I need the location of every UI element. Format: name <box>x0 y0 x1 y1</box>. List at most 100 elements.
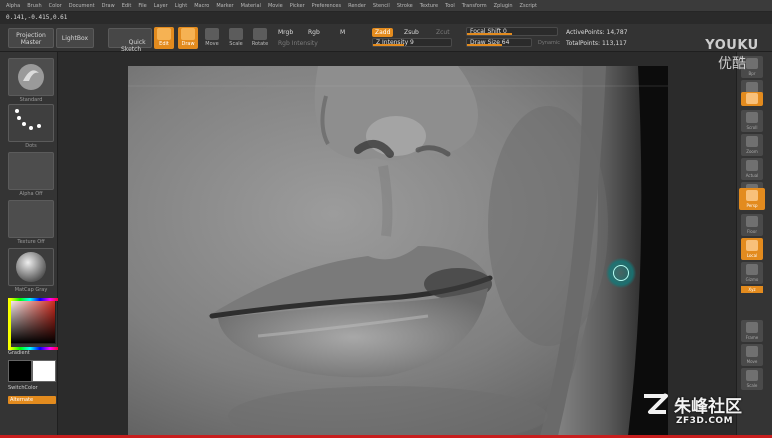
gizmo-button[interactable]: Gizmo <box>741 262 763 284</box>
lightbox-button[interactable]: LightBox <box>56 28 94 48</box>
projection-master-button[interactable]: Projection Master <box>8 28 54 48</box>
menu-preferences[interactable]: Preferences <box>312 3 341 9</box>
local-label: Local <box>746 253 758 258</box>
menu-light[interactable]: Light <box>175 3 187 9</box>
scale-label: Scale <box>229 41 243 47</box>
gizmo-label: Gizmo <box>745 277 759 282</box>
active-points: ActivePoints: 14,787 <box>566 29 628 36</box>
dynamic-toggle[interactable]: Dynamic <box>538 40 560 46</box>
menu-render[interactable]: Render <box>348 3 366 9</box>
stroke-thumbnail[interactable] <box>8 104 54 142</box>
alpha-thumbnail[interactable] <box>8 152 54 190</box>
rgb-toggle[interactable]: Rgb <box>308 29 320 36</box>
menu-file[interactable]: File <box>138 3 146 9</box>
quick-sketch-label: Quick Sketch <box>121 39 146 53</box>
menu-material[interactable]: Material <box>241 3 261 9</box>
stroke-label: Dots <box>25 143 37 149</box>
rotate-icon <box>253 28 267 40</box>
move-label: Move <box>205 41 219 47</box>
z-intensity-fill <box>373 44 405 46</box>
menu-zscript[interactable]: Zscript <box>520 3 537 9</box>
move-view-button[interactable]: Move <box>741 344 763 366</box>
viewport[interactable] <box>58 52 736 436</box>
menu-tool[interactable]: Tool <box>445 3 455 9</box>
matcap-sphere-icon <box>16 252 46 282</box>
zcut-toggle[interactable]: Zcut <box>436 29 450 36</box>
menu-brush[interactable]: Brush <box>27 3 41 9</box>
draw-size-slider[interactable]: Draw Size 64 <box>466 38 532 47</box>
menu-transform[interactable]: Transform <box>462 3 487 9</box>
youku-logo-cn: 优酷 <box>718 56 746 72</box>
edit-button[interactable]: Edit <box>154 27 174 49</box>
material-thumbnail[interactable] <box>8 248 54 286</box>
menu-color[interactable]: Color <box>49 3 62 9</box>
alpha-label: Alpha Off <box>19 191 43 197</box>
m-toggle[interactable]: M <box>340 29 345 36</box>
secondary-color-swatch[interactable] <box>32 360 56 382</box>
draw-button[interactable]: Draw <box>178 27 198 49</box>
scale-view-button[interactable]: Scale <box>741 368 763 390</box>
color-picker[interactable] <box>8 298 56 344</box>
dots-stroke-icon <box>15 109 41 130</box>
menu-alpha[interactable]: Alpha <box>6 3 20 9</box>
zoom-button[interactable]: Zoom <box>741 134 763 156</box>
scale-view-icon <box>746 370 758 381</box>
frame-label: Frame <box>745 335 759 340</box>
menu-edit[interactable]: Edit <box>122 3 132 9</box>
frame-button[interactable]: Frame <box>741 320 763 342</box>
scroll-button[interactable]: Scroll <box>741 110 763 132</box>
document-canvas[interactable] <box>128 66 668 436</box>
texture-thumbnail[interactable] <box>8 200 54 238</box>
menu-stroke[interactable]: Stroke <box>397 3 413 9</box>
standard-brush-icon <box>18 64 44 90</box>
brush-thumbnail[interactable] <box>8 58 54 96</box>
actual-label: Actual <box>745 173 759 178</box>
quick-sketch-button[interactable]: Quick Sketch <box>108 28 152 53</box>
mrgb-toggle[interactable]: Mrgb <box>278 29 293 36</box>
zoom-label: Zoom <box>746 149 758 154</box>
floor-label: Floor <box>747 229 757 234</box>
menu-movie[interactable]: Movie <box>268 3 283 9</box>
top-shelf: Projection Master LightBox Quick Sketch … <box>0 24 772 53</box>
draw-label: Draw <box>181 41 195 47</box>
actual-button[interactable]: Actual <box>741 158 763 180</box>
render-button[interactable] <box>741 92 763 106</box>
menu-document[interactable]: Document <box>69 3 95 9</box>
zsub-toggle[interactable]: Zsub <box>404 29 419 36</box>
menu-zplugin[interactable]: Zplugin <box>494 3 513 9</box>
youku-watermark: YOUKU 优酷 <box>697 38 767 73</box>
menu-macro[interactable]: Macro <box>194 3 209 9</box>
floor-button[interactable]: Floor <box>741 214 763 236</box>
right-tray: Bpr SPix Scroll Zoom Actual AAHalf Persp… <box>736 52 772 438</box>
primary-color-swatch[interactable] <box>8 360 32 382</box>
rotate-label: Rotate <box>251 41 269 47</box>
menu-layer[interactable]: Layer <box>154 3 168 9</box>
persp-label: Persp <box>746 203 758 208</box>
switch-color-label[interactable]: SwitchColor <box>8 385 54 391</box>
move-view-label: Move <box>746 359 758 364</box>
rgb-intensity-slider[interactable]: Rgb Intensity <box>278 40 318 47</box>
menu-texture[interactable]: Texture <box>420 3 438 9</box>
zadd-toggle[interactable]: Zadd <box>372 28 394 37</box>
rotate-button[interactable]: Rotate <box>250 27 270 49</box>
xyz-toggle[interactable]: Xyz <box>741 286 763 293</box>
gradient-label[interactable]: Gradient <box>8 350 54 356</box>
z-intensity-slider[interactable]: Z Intensity 9 <box>372 38 452 47</box>
menu-draw[interactable]: Draw <box>102 3 115 9</box>
persp-button[interactable]: Persp <box>739 188 765 210</box>
scale-button[interactable]: Scale <box>226 27 246 49</box>
menu-stencil[interactable]: Stencil <box>373 3 390 9</box>
draw-size-fill <box>467 44 503 46</box>
local-button[interactable]: Local <box>741 238 763 260</box>
move-button[interactable]: Move <box>202 27 222 49</box>
texture-label: Texture Off <box>17 239 45 245</box>
scroll-icon <box>746 112 758 123</box>
scroll-label: Scroll <box>746 125 758 130</box>
menu-picker[interactable]: Picker <box>290 3 305 9</box>
edit-label: Edit <box>159 41 169 47</box>
alternate-button[interactable]: Alternate <box>8 396 56 404</box>
menu-marker[interactable]: Marker <box>216 3 233 9</box>
render-icon <box>746 93 758 104</box>
focal-shift-slider[interactable]: Focal Shift 0 <box>466 27 558 36</box>
zf3d-watermark: 朱峰社区 ZF3D.COM <box>640 388 770 436</box>
